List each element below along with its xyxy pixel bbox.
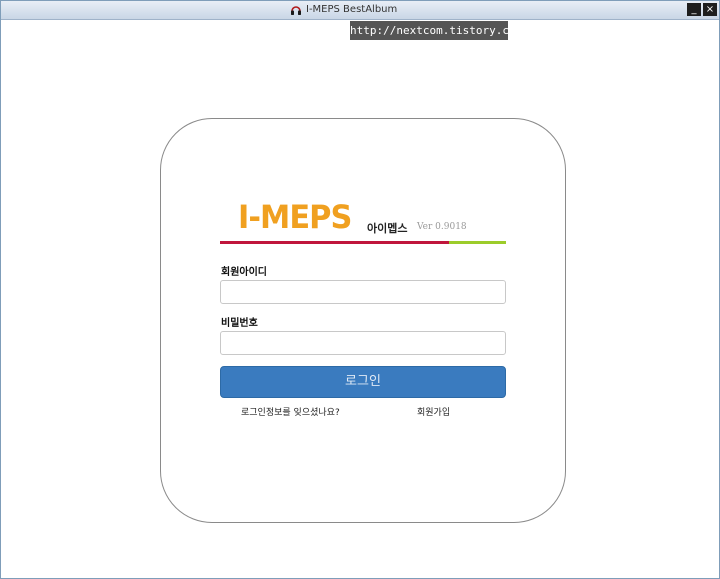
headphones-icon	[291, 6, 301, 15]
forgot-login-link[interactable]: 로그인정보를 잊으셨나요?	[241, 405, 340, 418]
user-id-label: 회원아이디	[221, 267, 267, 278]
password-label: 비밀번호	[221, 318, 258, 329]
sign-up-link[interactable]: 회원가입	[417, 405, 450, 418]
user-id-input[interactable]	[220, 280, 506, 304]
brand-logo: I-MEPS	[238, 198, 352, 236]
url-watermark: http://nextcom.tistory.com	[350, 21, 522, 40]
version-label: Ver 0.9018	[417, 222, 467, 232]
app-window: I-MEPS BestAlbum _ × http://nextcom.tist…	[0, 0, 720, 579]
close-button[interactable]: ×	[703, 3, 717, 16]
title-bar[interactable]: I-MEPS BestAlbum _ ×	[1, 1, 719, 20]
logo-underline-red	[220, 241, 449, 244]
logo-underline-green	[449, 241, 506, 244]
window-title: I-MEPS BestAlbum	[306, 4, 398, 15]
minimize-button[interactable]: _	[687, 3, 701, 16]
password-input[interactable]	[220, 331, 506, 355]
brand-korean-name: 아이멥스	[367, 222, 408, 235]
login-button[interactable]: 로그인	[220, 366, 506, 398]
